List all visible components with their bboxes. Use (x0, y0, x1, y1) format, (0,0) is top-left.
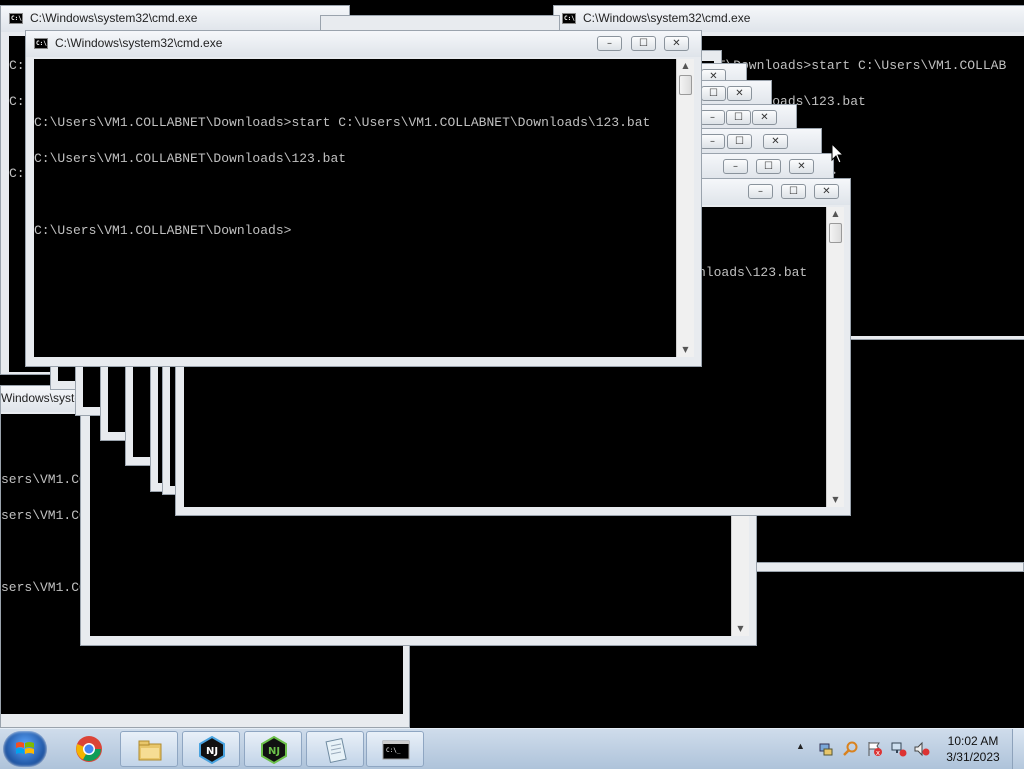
console-line: C:\Users\VM1.COLLABNET\Downloads\123.bat (34, 151, 347, 166)
chrome-icon (76, 736, 102, 762)
minimize-button[interactable]: – (597, 36, 622, 51)
svg-text:C:\_: C:\_ (386, 747, 401, 754)
scroll-up-arrow[interactable]: ▲ (677, 59, 694, 73)
scrollbar[interactable]: ▲ ▼ (826, 207, 844, 507)
close-button[interactable]: ✕ (752, 110, 777, 125)
svg-text:x: x (876, 749, 880, 757)
mouse-cursor-icon (831, 143, 845, 164)
close-button[interactable]: ✕ (814, 184, 839, 199)
window-title: C:\Windows\system32\cmd.exe (30, 11, 198, 25)
window-edge (755, 562, 1024, 572)
console-line: C:\Users\VM1.COLLABNET\Downloads>start C… (34, 115, 651, 130)
cmd-icon: C:\ (9, 13, 23, 24)
window-title: Windows\syste (1, 391, 82, 405)
cmd-window-active[interactable]: C:\ C:\Windows\system32\cmd.exe – ☐ ✕ C:… (25, 30, 702, 367)
cmd-icon: C:\_ (382, 740, 410, 760)
clock-date: 3/31/2023 (946, 750, 1000, 764)
window-title: C:\Windows\system32\cmd.exe (583, 11, 751, 25)
console-prompt: C:\Users\VM1.COLLABNET\Downloads> (34, 223, 292, 238)
titlebar[interactable]: C:\ C:\Windows\system32\cmd.exe – ☐ ✕ (26, 31, 701, 57)
cmd-icon: C:\ (34, 38, 48, 49)
taskbar: NJ NJ C:\_ ▲ x 10:02 AM 3/31/2023 (0, 728, 1024, 769)
windows-logo-icon (16, 742, 34, 754)
tray-expand-arrow[interactable]: ▲ (796, 741, 805, 751)
taskbar-nj-app-2[interactable]: NJ (244, 731, 302, 767)
close-button[interactable]: ✕ (664, 36, 689, 51)
window-title: C:\Windows\system32\cmd.exe (55, 36, 223, 50)
nj-hexagon-icon: NJ (199, 736, 225, 764)
folder-icon (138, 740, 162, 761)
minimize-button[interactable]: – (748, 184, 773, 199)
nj-hexagon-green-icon: NJ (261, 736, 287, 764)
scroll-up-arrow[interactable]: ▲ (827, 207, 844, 221)
scroll-thumb[interactable] (829, 223, 842, 243)
maximize-button[interactable]: ☐ (631, 36, 656, 51)
show-desktop-button[interactable] (1012, 729, 1024, 769)
start-button[interactable] (3, 731, 47, 767)
titlebar[interactable]: C:\ C:\Windows\system32\cmd.exe (1, 6, 349, 32)
scroll-down-arrow[interactable]: ▼ (677, 343, 694, 357)
network-share-icon[interactable] (818, 741, 834, 757)
volume-muted-icon[interactable] (914, 741, 930, 757)
maximize-button[interactable]: ☐ (726, 110, 751, 125)
scroll-down-arrow[interactable]: ▼ (827, 493, 844, 507)
taskbar-explorer[interactable] (120, 731, 178, 767)
close-button[interactable]: ✕ (727, 86, 752, 101)
svg-text:NJ: NJ (206, 746, 218, 757)
scroll-thumb[interactable] (679, 75, 692, 95)
scroll-down-arrow[interactable]: ▼ (732, 622, 749, 636)
network-disconnected-icon[interactable] (891, 741, 907, 757)
system-clock[interactable]: 10:02 AM 3/31/2023 (938, 733, 1008, 765)
minimize-button[interactable]: – (700, 110, 725, 125)
svg-text:NJ: NJ (268, 746, 280, 757)
console-output[interactable]: C:\Users\VM1.COLLABNET\Downloads>start C… (34, 59, 676, 357)
titlebar[interactable]: C:\ C:\Windows\system32\cmd.exe (554, 6, 1024, 32)
notepad-icon (325, 737, 347, 764)
close-button[interactable]: ✕ (789, 159, 814, 174)
taskbar-chrome[interactable] (60, 731, 118, 767)
maximize-button[interactable]: ☐ (781, 184, 806, 199)
taskbar-cmd[interactable]: C:\_ (366, 731, 424, 767)
close-button[interactable]: ✕ (763, 134, 788, 149)
action-center-flag-icon[interactable]: x (867, 741, 883, 757)
maximize-button[interactable]: ☐ (701, 86, 726, 101)
minimize-button[interactable]: – (700, 134, 725, 149)
maximize-button[interactable]: ☐ (727, 134, 752, 149)
cmd-icon: C:\ (562, 13, 576, 24)
scrollbar[interactable]: ▲ ▼ (676, 59, 694, 357)
search-magnifier-icon[interactable] (843, 741, 859, 757)
clock-time: 10:02 AM (947, 734, 999, 748)
minimize-button[interactable]: – (723, 159, 748, 174)
taskbar-nj-app-1[interactable]: NJ (182, 731, 240, 767)
maximize-button[interactable]: ☐ (756, 159, 781, 174)
taskbar-notepad[interactable] (306, 731, 364, 767)
